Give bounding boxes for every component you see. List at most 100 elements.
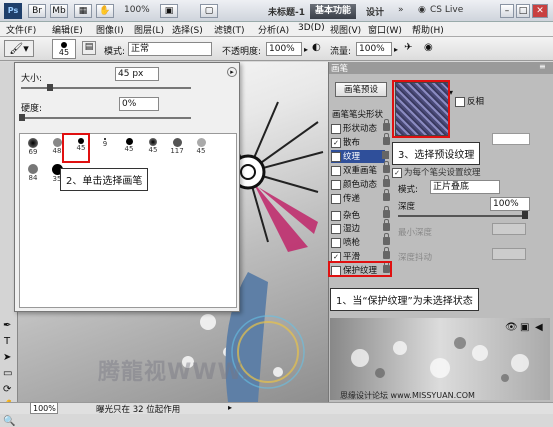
brush-thumb[interactable]: 9 <box>94 136 116 162</box>
menu-layer[interactable]: 图层(L) <box>134 23 164 36</box>
document-title: 未标题-1 <box>268 8 305 18</box>
hardness-input[interactable]: 0% <box>119 97 159 111</box>
brush-panel-toggle-icon[interactable]: ▤ <box>82 41 96 55</box>
menu-bar: 文件(F) 编辑(E) 图像(I) 图层(L) 选择(S) 滤镜(T) 分析(A… <box>0 22 553 37</box>
zoom-value[interactable]: 100% <box>124 5 150 15</box>
minimize-button[interactable]: – <box>500 4 514 18</box>
lock-icon <box>383 233 390 245</box>
texture-mode-label: 模式: <box>398 185 418 195</box>
screen-mode-icon[interactable]: ▢ <box>200 4 218 18</box>
status-arrow-icon[interactable]: ▸ <box>228 403 232 412</box>
hardness-slider-track[interactable] <box>21 117 191 119</box>
hardness-slider-handle[interactable] <box>19 114 25 121</box>
brush-tip-shape-item[interactable]: 画笔笔尖形状 <box>332 108 383 120</box>
pressure-opacity-icon[interactable]: ◐ <box>312 42 326 56</box>
scale-input[interactable] <box>492 133 530 145</box>
flow-input[interactable]: 100% <box>356 42 392 56</box>
status-zoom[interactable]: 100% <box>30 402 58 414</box>
type-tool-icon[interactable]: T <box>4 336 10 347</box>
brush-thumb[interactable]: 84 <box>22 162 44 188</box>
size-input[interactable]: 45 px <box>115 67 159 81</box>
brush-presets-button[interactable]: 画笔预设 <box>335 82 387 97</box>
brush-thumb[interactable]: 45 <box>118 136 140 162</box>
option-noise[interactable]: 杂色 <box>331 206 390 222</box>
texture-mode-select[interactable]: 正片叠底 <box>430 180 500 194</box>
callout-step3: 3、选择预设纹理 <box>392 142 481 165</box>
panel-menu-icon[interactable]: ≡ <box>539 62 546 71</box>
pen-tool-icon[interactable]: ✒ <box>3 320 11 331</box>
menu-filter[interactable]: 滤镜(T) <box>214 23 245 36</box>
hand-icon[interactable]: ✋ <box>96 4 114 18</box>
depth-slider-handle[interactable] <box>522 211 528 219</box>
picker-menu-icon[interactable]: ▸ <box>227 67 237 77</box>
size-label: 大小: <box>21 74 43 84</box>
status-message: 曝光只在 32 位起作用 <box>96 405 181 415</box>
menu-file[interactable]: 文件(F) <box>6 23 36 36</box>
menu-edit[interactable]: 编辑(E) <box>52 23 83 36</box>
shape-tool-icon[interactable]: ▭ <box>3 368 12 379</box>
cs-live-label[interactable]: CS Live <box>430 5 463 15</box>
minibridge-icon[interactable]: Mb <box>50 4 68 18</box>
more-workspaces[interactable]: » <box>398 5 404 15</box>
grid-icon[interactable]: ▦ <box>74 4 92 18</box>
menu-analysis[interactable]: 分析(A) <box>258 23 289 36</box>
zoom-tool-icon[interactable]: 🔍 <box>3 416 15 427</box>
option-dual-brush[interactable]: 双重画笔 <box>331 161 390 177</box>
size-slider-handle[interactable] <box>47 84 53 91</box>
pressure-size-icon[interactable]: ◉ <box>424 42 438 56</box>
option-color-dynamics[interactable]: 颜色动态 <box>331 175 390 191</box>
menu-3d[interactable]: 3D(D) <box>298 23 325 33</box>
depth-jitter-input[interactable] <box>492 248 526 260</box>
option-scattering[interactable]: ✓ 散布 <box>331 133 390 149</box>
lock-icon[interactable] <box>382 151 389 159</box>
menu-view[interactable]: 视图(V) <box>330 23 361 36</box>
brush-tool-icon[interactable]: 🖌▾ <box>4 40 34 57</box>
opacity-arrow-icon[interactable]: ▸ <box>304 45 308 54</box>
option-airbrush[interactable]: 喷枪 <box>331 233 390 249</box>
new-preset-icon[interactable]: ▣ <box>520 322 532 334</box>
path-select-icon[interactable]: ➤ <box>3 352 11 363</box>
airbrush-icon[interactable]: ✈ <box>404 42 418 56</box>
menu-help[interactable]: 帮助(H) <box>412 23 444 36</box>
panel-header: 画笔 ≡ <box>329 62 553 74</box>
workspace-basic-button[interactable]: 基本功能 <box>310 4 356 19</box>
brush-thumb[interactable]: 45 <box>142 136 164 162</box>
opacity-input[interactable]: 100% <box>266 42 302 56</box>
lock-icon <box>383 133 390 145</box>
flow-arrow-icon[interactable]: ▸ <box>394 45 398 54</box>
depth-slider-track[interactable] <box>398 215 526 217</box>
menu-image[interactable]: 图像(I) <box>96 23 124 36</box>
min-depth-label: 最小深度 <box>398 228 433 238</box>
close-button[interactable]: ✕ <box>532 4 548 18</box>
brush-preset-picker[interactable]: 45 <box>52 39 76 59</box>
preview-eye-icon[interactable]: 👁 <box>505 322 518 334</box>
option-shape-dynamics[interactable]: 形状动态 <box>331 119 390 135</box>
menu-select[interactable]: 选择(S) <box>172 23 203 36</box>
brush-thumb[interactable]: 117 <box>166 136 188 162</box>
option-wet-edges[interactable]: 湿边 <box>331 219 390 235</box>
protect-texture-highlight <box>328 261 392 277</box>
status-bar: 100% 曝光只在 32 位起作用 ▸ <box>0 402 553 415</box>
option-transfer[interactable]: 传递 <box>331 189 390 205</box>
panel-tab-brush[interactable]: 画笔 <box>331 62 348 74</box>
option-texture[interactable]: ✓ 纹理 <box>331 150 385 163</box>
cs-live-icon[interactable]: ◉ <box>418 5 426 15</box>
arrange-icon[interactable]: ▣ <box>160 4 178 18</box>
lock-icon <box>383 161 390 173</box>
bridge-icon[interactable]: Br <box>28 4 46 18</box>
depth-input[interactable]: 100% <box>490 197 530 211</box>
photoshop-logo: Ps <box>4 3 22 19</box>
menu-window[interactable]: 窗口(W) <box>368 23 402 36</box>
brush-thumb[interactable]: 69 <box>22 136 44 162</box>
panel-collapse-icon[interactable]: ◀ <box>535 322 547 334</box>
3d-rotate-icon[interactable]: ⟳ <box>3 384 11 395</box>
texture-each-tip-checkbox[interactable]: ✓ 为每个笔尖设置纹理 <box>392 166 481 178</box>
mode-select[interactable]: 正常 <box>128 42 212 56</box>
callout-step1: 1、当“保护纹理”为未选择状态 <box>330 288 479 311</box>
brush-thumb[interactable]: 45 <box>190 136 212 162</box>
lock-icon <box>383 175 390 187</box>
workspace-design-button[interactable]: 设计 <box>366 5 384 18</box>
maximize-button[interactable]: □ <box>516 4 530 18</box>
invert-checkbox[interactable]: 反相 <box>455 95 484 107</box>
min-depth-input[interactable] <box>492 223 526 235</box>
